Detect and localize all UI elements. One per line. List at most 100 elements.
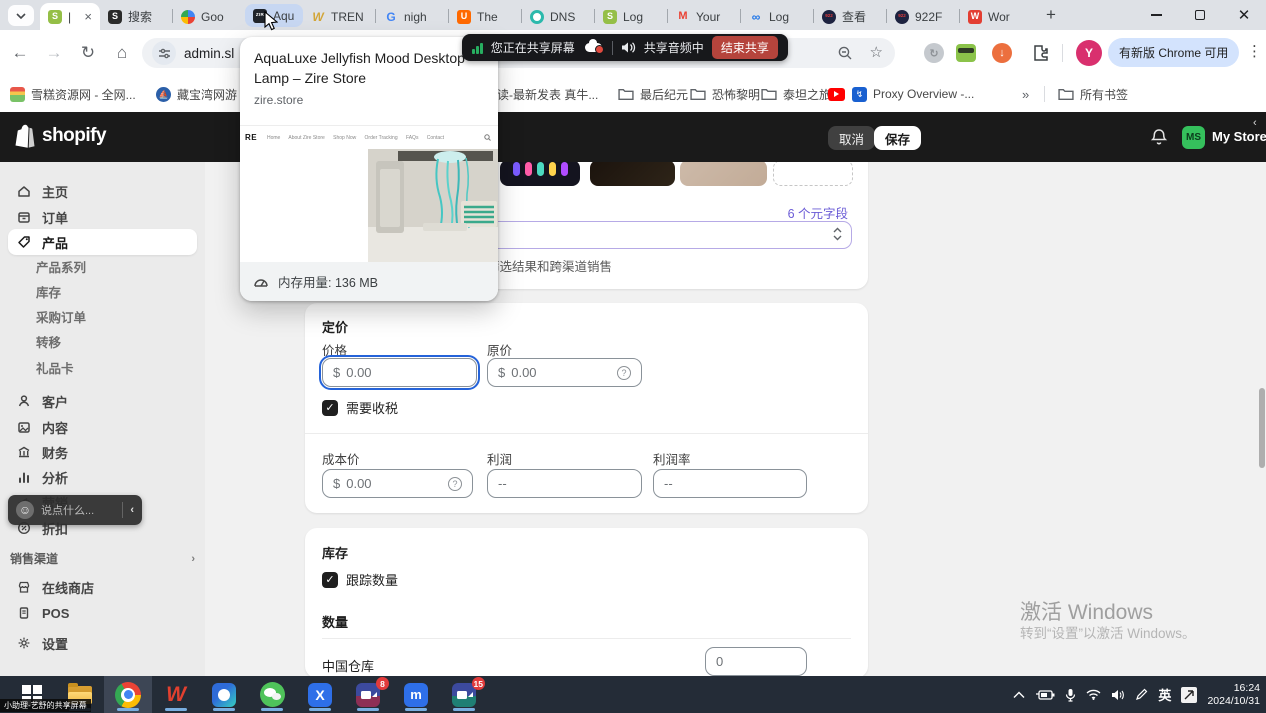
profile-avatar[interactable]: Y (1076, 40, 1102, 66)
tab-search-button[interactable] (8, 5, 34, 26)
sidebar-item-collections[interactable]: 产品系列 (36, 255, 86, 277)
metafields-link[interactable]: 6 个元字段 (788, 203, 848, 222)
extension-glasses-icon[interactable] (954, 41, 978, 65)
minimize-button[interactable] (1134, 0, 1178, 30)
bookmark-item[interactable] (828, 84, 845, 104)
price-input[interactable]: $ 0.00 (322, 358, 477, 387)
all-bookmarks-folder[interactable]: 所有书签 (1058, 84, 1128, 104)
chat-input[interactable]: 说点什么... (41, 502, 115, 518)
sidebar-item-gift-cards[interactable]: 礼品卡 (36, 356, 74, 378)
sidebar-item-settings[interactable]: 设置 (8, 630, 197, 656)
back-button[interactable]: ← (6, 39, 34, 67)
extension-icon[interactable]: ↻ (922, 41, 946, 65)
taskbar-docs-icon[interactable] (200, 676, 248, 713)
sidebar-item-orders[interactable]: 订单 (8, 204, 197, 230)
battery-icon[interactable] (1035, 689, 1055, 701)
browser-tab[interactable]: W TREN (303, 3, 375, 30)
help-icon[interactable]: ? (617, 366, 631, 380)
bookmark-star-icon[interactable]: ☆ (870, 43, 883, 61)
browser-tab[interactable]: 922 922F (887, 3, 959, 30)
volume-icon[interactable] (1111, 689, 1125, 701)
browser-tab[interactable]: G nigh (376, 3, 448, 30)
browser-menu-icon[interactable]: ⋮ (1247, 42, 1262, 60)
snip-tool-icon[interactable] (1181, 687, 1197, 703)
sidebar-item-analytics[interactable]: 分析 (8, 464, 197, 490)
sidebar-item-customers[interactable]: 客户 (8, 388, 197, 414)
checkbox-checked-icon[interactable]: ✓ (322, 400, 338, 416)
taskbar-wechat-icon[interactable] (248, 676, 296, 713)
collapse-left-icon[interactable]: ‹ (130, 504, 134, 516)
taskbar-meeting-m-icon[interactable]: m (392, 676, 440, 713)
zoom-out-icon[interactable] (837, 45, 853, 61)
sidebar-item-online-store[interactable]: 在线商店 (8, 574, 197, 600)
stop-share-button[interactable]: 结束共享 (712, 36, 778, 59)
browser-tab-current[interactable]: S | × (40, 3, 100, 30)
taskbar-wps-icon[interactable]: W (152, 676, 200, 713)
browser-tab[interactable]: S Log (595, 3, 667, 30)
checkbox-checked-icon[interactable]: ✓ (322, 572, 338, 588)
browser-tab[interactable]: DNS (522, 3, 594, 30)
sidebar-item-purchase-orders[interactable]: 采购订单 (36, 305, 86, 327)
sidebar-item-products[interactable]: 产品 (8, 229, 197, 255)
product-media-thumbnail[interactable] (590, 162, 675, 186)
chrome-update-chip[interactable]: 有新版 Chrome 可用 (1108, 38, 1239, 67)
browser-tab[interactable]: W Wor (960, 3, 1032, 30)
new-tab-button[interactable]: + (1038, 2, 1064, 28)
charge-tax-checkbox-row[interactable]: ✓ 需要收税 (322, 398, 398, 417)
browser-tab[interactable]: M Your (668, 3, 740, 30)
sidebar-item-home[interactable]: 主页 (8, 178, 197, 204)
help-icon[interactable]: ? (448, 477, 462, 491)
browser-tab[interactable]: S 搜索 (100, 3, 172, 30)
store-name[interactable]: My Store (1212, 129, 1266, 144)
forward-button[interactable]: → (40, 39, 68, 67)
bookmark-folder[interactable]: 恐怖黎明 (690, 84, 760, 104)
sidebar-item-transfers[interactable]: 转移 (36, 330, 61, 352)
track-quantity-checkbox-row[interactable]: ✓ 跟踪数量 (322, 570, 398, 589)
cost-input[interactable]: $ 0.00 ? (322, 469, 473, 498)
browser-tab[interactable]: ∞ Log (741, 3, 813, 30)
collapse-chevron-icon[interactable]: ‹ (1253, 117, 1257, 129)
save-button[interactable]: 保存 (874, 126, 921, 150)
extension-cloud-icon[interactable]: ↓ (990, 41, 1014, 65)
margin-input[interactable]: -- (653, 469, 807, 498)
browser-tab[interactable]: U The (449, 3, 521, 30)
chevron-up-icon[interactable] (1013, 691, 1025, 699)
store-avatar[interactable]: MS (1182, 126, 1205, 149)
taskbar-x-app-icon[interactable]: X (296, 676, 344, 713)
compare-price-input[interactable]: $ 0.00 ? (487, 358, 642, 387)
sidebar-item-finance[interactable]: 财务 (8, 439, 197, 465)
maximize-button[interactable] (1178, 0, 1222, 30)
bookmarks-overflow-icon[interactable]: » (1022, 84, 1029, 104)
sidebar-item-inventory[interactable]: 库存 (36, 280, 61, 302)
bookmark-item[interactable]: 雪糕资源网 - 全网... (10, 84, 136, 104)
notification-bell-icon[interactable] (1150, 128, 1168, 147)
ime-indicator[interactable]: 英 (1158, 685, 1171, 704)
browser-tab[interactable]: Goo (173, 3, 245, 30)
bookmark-item[interactable]: ⛵ 藏宝湾网游 (156, 84, 237, 104)
recording-cloud-icon[interactable] (585, 43, 602, 52)
quantity-input[interactable]: 0 (705, 647, 807, 676)
bookmark-item[interactable]: 读-最新发表 真牛... (497, 84, 598, 104)
add-media-dropzone[interactable] (773, 162, 853, 186)
close-button[interactable]: ✕ (1222, 0, 1266, 30)
microphone-icon[interactable] (1065, 688, 1076, 702)
cancel-button[interactable]: 取消 (828, 126, 875, 150)
reload-button[interactable]: ↻ (74, 39, 102, 67)
taskbar-clock[interactable]: 16:24 2024/10/31 (1207, 682, 1260, 708)
sales-channels-header[interactable]: 销售渠道 › (10, 550, 195, 567)
sidebar-item-pos[interactable]: POS (8, 600, 197, 626)
taskbar-meeting15-icon[interactable]: 15 (440, 676, 488, 713)
tab-close-icon[interactable]: × (84, 9, 92, 24)
product-media-thumbnail[interactable] (500, 162, 580, 186)
taskbar-chrome-icon[interactable] (104, 676, 152, 713)
bookmark-folder[interactable]: 最后纪元 (618, 84, 688, 104)
sidebar-item-content[interactable]: 内容 (8, 414, 197, 440)
site-info-icon[interactable] (152, 41, 176, 65)
product-media-thumbnail[interactable] (680, 162, 767, 186)
shopify-logo[interactable]: shopify (14, 124, 106, 148)
browser-tab[interactable]: 922 查看 (814, 3, 886, 30)
taskbar-meeting-icon[interactable]: 8 (344, 676, 392, 713)
home-button[interactable]: ⌂ (108, 39, 136, 67)
bookmark-item[interactable]: ↯ Proxy Overview -... (852, 84, 974, 104)
scrollbar-thumb[interactable] (1259, 388, 1265, 468)
